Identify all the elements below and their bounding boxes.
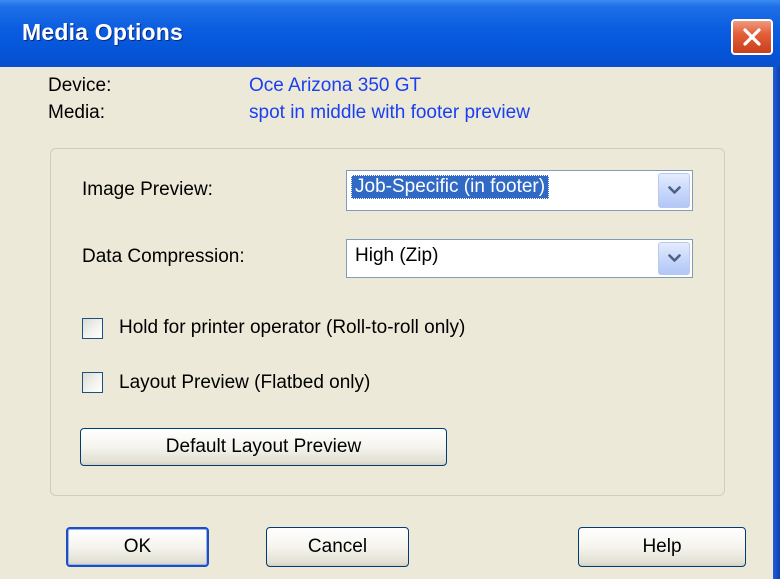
media-label: Media: xyxy=(48,102,106,123)
image-preview-selected-value: Job-Specific (in footer) xyxy=(351,175,550,199)
chevron-down-icon xyxy=(668,254,681,262)
data-compression-dropdown-button[interactable] xyxy=(658,242,690,275)
layout-preview-checkbox[interactable] xyxy=(82,372,103,393)
media-value: spot in middle with footer preview xyxy=(249,102,530,123)
cancel-button[interactable]: Cancel xyxy=(266,527,409,567)
device-value: Oce Arizona 350 GT xyxy=(249,75,422,96)
image-preview-label: Image Preview: xyxy=(82,179,213,200)
window-title: Media Options xyxy=(22,19,184,45)
hold-for-operator-label[interactable]: Hold for printer operator (Roll-to-roll … xyxy=(119,317,465,339)
help-button[interactable]: Help xyxy=(578,527,746,567)
default-layout-preview-button[interactable]: Default Layout Preview xyxy=(80,428,447,466)
image-preview-select[interactable]: Job-Specific (in footer) xyxy=(346,170,693,211)
data-compression-selected-value: High (Zip) xyxy=(355,245,439,266)
ok-button[interactable]: OK xyxy=(66,527,209,567)
title-bar[interactable]: Media Options xyxy=(0,0,780,67)
hold-for-operator-checkbox[interactable] xyxy=(82,318,103,339)
image-preview-dropdown-button[interactable] xyxy=(658,173,690,208)
close-button[interactable] xyxy=(731,19,773,55)
data-compression-label: Data Compression: xyxy=(82,246,245,267)
window-frame-right xyxy=(773,67,780,579)
chevron-down-icon xyxy=(668,186,681,194)
media-options-dialog: Media Options Device: Oce Arizona 350 GT… xyxy=(0,0,780,579)
close-x-icon xyxy=(743,28,761,46)
data-compression-select[interactable]: High (Zip) xyxy=(346,239,693,278)
layout-preview-label[interactable]: Layout Preview (Flatbed only) xyxy=(119,372,370,394)
device-label: Device: xyxy=(48,75,112,96)
